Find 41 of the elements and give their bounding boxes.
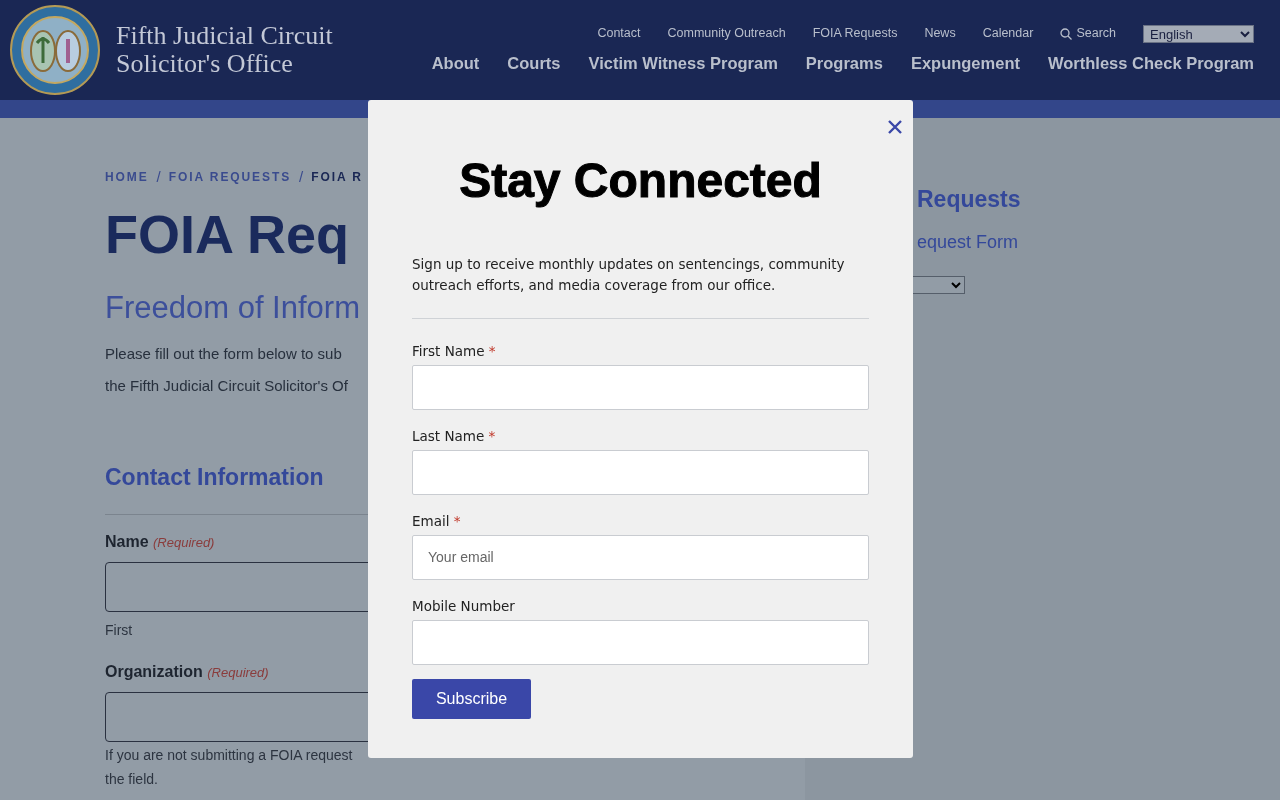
site-title: Solicitor's Office	[116, 50, 294, 78]
help-text: the field.	[105, 770, 158, 787]
field-label: Name (Required)	[105, 532, 215, 550]
utility-link[interactable]: FOIA Requests	[812, 24, 898, 43]
nav-link[interactable]: Victim Witness Program	[588, 51, 778, 76]
nav-link[interactable]: Worthless Check Program	[1048, 51, 1254, 76]
field-label: Email *	[412, 512, 461, 529]
field-label: Mobile Number	[412, 597, 515, 614]
language-select[interactable]: English	[1143, 24, 1254, 43]
text-field[interactable]	[412, 619, 869, 665]
nav-link[interactable]: Expungement	[910, 51, 1020, 76]
section-heading: Contact Information	[105, 463, 324, 492]
utility-link[interactable]: News	[924, 24, 956, 43]
help-text: If you are not submitting a FOIA request	[105, 746, 353, 763]
intro-text: Please fill out the form below to sub	[105, 344, 342, 362]
intro-text: the Fifth Judicial Circuit Solicitor's Of	[105, 376, 348, 394]
field-label: Last Name *	[412, 427, 496, 444]
dialog-description: Sign up to receive monthly updates on sentencings, community outreach efforts, and media coverage from our office.	[412, 254, 846, 295]
dialog-title: Stay Connected	[458, 153, 823, 209]
sidebar-heading: Requests	[917, 186, 1021, 212]
nav-link[interactable]: Programs	[805, 51, 883, 76]
utility-link[interactable]: Calendar	[982, 24, 1034, 43]
breadcrumb-separator: /	[156, 167, 161, 187]
field-sublabel: First	[105, 621, 133, 638]
page-subtitle: Freedom of Inform	[105, 288, 360, 326]
breadcrumb-separator: /	[299, 167, 304, 187]
nav-link[interactable]: About	[431, 51, 480, 76]
utility-link[interactable]: Contact	[597, 24, 641, 43]
seal-logo[interactable]	[10, 5, 100, 95]
subscribe-button[interactable]: Subscribe	[412, 678, 531, 719]
site-title: Fifth Judicial Circuit	[116, 22, 333, 50]
field-label: Organization (Required)	[105, 662, 269, 680]
text-field[interactable]: Your email	[412, 534, 869, 580]
field-label: First Name *	[412, 342, 496, 359]
nav-link[interactable]: Courts	[507, 51, 561, 76]
text-field[interactable]	[412, 364, 869, 410]
search-icon	[1060, 27, 1073, 40]
breadcrumb-link[interactable]: FOIA R	[311, 168, 363, 187]
text-field[interactable]	[412, 449, 869, 495]
utility-link[interactable]: Community Outreach	[667, 24, 786, 43]
search-link[interactable]: Search	[1060, 24, 1116, 43]
